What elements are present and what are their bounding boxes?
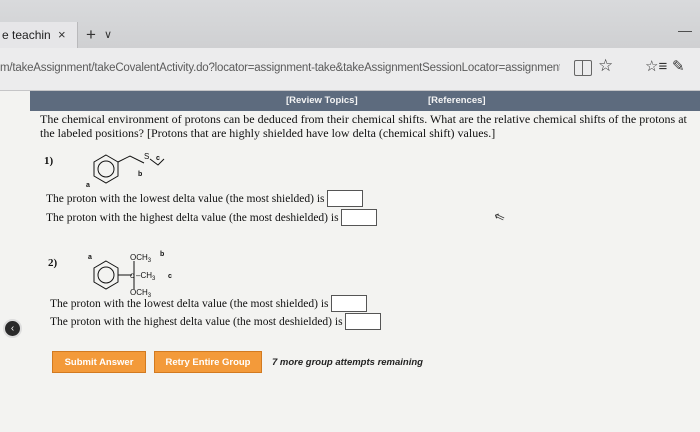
tab-title: e teachin xyxy=(2,28,51,42)
tab-bar: e teachin × + ∨ — xyxy=(0,0,700,48)
attempts-remaining-text: 7 more group attempts remaining xyxy=(272,357,423,368)
close-tab-icon[interactable]: × xyxy=(58,22,66,48)
part-2-mid-group: –CH3 xyxy=(136,271,156,282)
reading-view-icon[interactable] xyxy=(574,60,592,76)
browser-tab[interactable]: e teachin × xyxy=(0,22,78,48)
part-1-lowest-prompt: The proton with the lowest delta value (… xyxy=(46,192,325,205)
part-2-highest-input[interactable] xyxy=(344,313,381,330)
part-2-structure: a OCH3 b C –CH3 c OCH3 xyxy=(88,251,172,299)
part-1-label-S: S xyxy=(144,152,149,161)
part-2-lowest-row: The proton with the lowest delta value (… xyxy=(50,295,367,312)
assignment-page: [Review Topics] [References] The chemica… xyxy=(0,91,700,432)
hub-icon[interactable]: ☆≡ xyxy=(645,57,667,75)
part-1-highest-input[interactable] xyxy=(340,209,377,226)
favorite-star-icon[interactable]: ☆ xyxy=(598,56,613,76)
part-1-highest-prompt: The proton with the highest delta value … xyxy=(46,211,339,224)
topics-bar: [Review Topics] [References] xyxy=(30,91,700,111)
retry-entire-group-button[interactable]: Retry Entire Group xyxy=(154,351,262,373)
part-1-highest-row: The proton with the highest delta value … xyxy=(46,209,377,226)
part-1-label-b: b xyxy=(138,171,142,178)
part-1-structure: S b c a xyxy=(86,152,165,189)
submit-answer-button[interactable]: Submit Answer xyxy=(52,351,146,373)
part-2-highest-row: The proton with the highest delta value … xyxy=(50,313,381,330)
part-2-label-c: c xyxy=(168,273,172,280)
part-2-central-carbon: C xyxy=(130,274,135,280)
part-1-lowest-row: The proton with the lowest delta value (… xyxy=(46,190,363,207)
part-2-lowest-input[interactable] xyxy=(330,295,367,312)
minimize-icon[interactable]: — xyxy=(678,22,692,38)
part-2-lowest-prompt: The proton with the lowest delta value (… xyxy=(50,297,329,310)
part-1-lowest-input[interactable] xyxy=(326,190,363,207)
part-2-highest-prompt: The proton with the highest delta value … xyxy=(50,315,343,328)
back-arrow-icon[interactable]: ‹ xyxy=(3,319,22,338)
part-1-number: 1) xyxy=(44,155,54,167)
part-2-number: 2) xyxy=(48,257,58,269)
part-2-top-group: OCH3 xyxy=(130,253,152,264)
new-tab-icon[interactable]: + xyxy=(86,25,96,45)
url-text[interactable]: m/takeAssignment/takeCovalentActivity.do… xyxy=(0,62,560,74)
part-1-label-a: a xyxy=(86,182,90,189)
references-link[interactable]: [References] xyxy=(428,95,486,106)
web-note-pen-icon[interactable]: ✎ xyxy=(672,57,685,75)
tab-menu-chevron-icon[interactable]: ∨ xyxy=(104,28,112,41)
part-2-label-a: a xyxy=(88,254,92,261)
review-topics-link[interactable]: [Review Topics] xyxy=(286,95,358,106)
question-prompt: The chemical environment of protons can … xyxy=(40,112,687,140)
part-2-label-b: b xyxy=(160,251,164,258)
address-bar[interactable]: m/takeAssignment/takeCovalentActivity.do… xyxy=(0,48,700,91)
part-1-label-c: c xyxy=(156,155,160,162)
mouse-cursor-icon: ⇖ xyxy=(491,207,507,226)
